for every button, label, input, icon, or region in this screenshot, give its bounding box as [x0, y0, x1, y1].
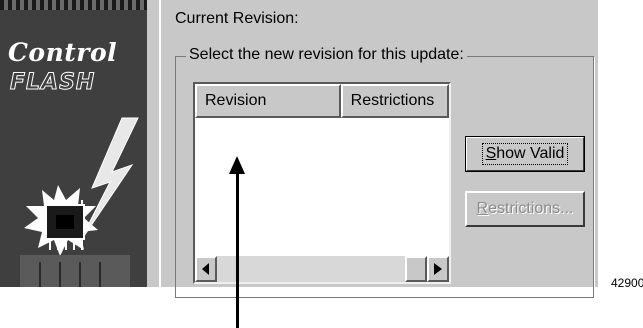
show-valid-button-label: Show Valid — [481, 143, 569, 165]
callout-arrow-line — [236, 170, 239, 328]
scroll-right-arrow-icon — [434, 263, 442, 275]
column-header-restrictions[interactable]: Restrictions — [340, 84, 449, 118]
restrictions-text: estrictions... — [488, 200, 574, 217]
revision-dialog: Current Revision: Select the new revisio… — [161, 0, 598, 298]
select-revision-group-label: Select the new revision for this update: — [186, 46, 467, 64]
scroll-right-button[interactable] — [427, 256, 449, 282]
logo-word-flash: FLASH — [9, 70, 96, 96]
revision-list-header: Revision Restrictions — [195, 84, 449, 118]
scroll-left-button[interactable] — [195, 256, 217, 282]
scrollbar-thumb[interactable] — [405, 256, 427, 282]
current-revision-label: Current Revision: — [175, 10, 299, 27]
show-valid-button[interactable]: Show Valid — [465, 136, 585, 172]
column-header-revision[interactable]: Revision — [195, 84, 341, 118]
scroll-left-arrow-icon — [202, 263, 209, 275]
show-valid-text: how Valid — [496, 145, 565, 162]
restrictions-button[interactable]: Restrictions... — [465, 191, 585, 227]
control-flash-logo: Control FLASH — [0, 0, 147, 287]
show-valid-mnemonic: S — [485, 145, 497, 162]
horizontal-scrollbar[interactable] — [195, 256, 449, 282]
restrictions-mnemonic: R — [476, 200, 489, 217]
panel-divider — [147, 0, 161, 287]
logo-word-control: Control — [8, 38, 118, 67]
revision-list[interactable]: Revision Restrictions — [193, 82, 451, 284]
figure-number: 42900 — [611, 276, 643, 290]
